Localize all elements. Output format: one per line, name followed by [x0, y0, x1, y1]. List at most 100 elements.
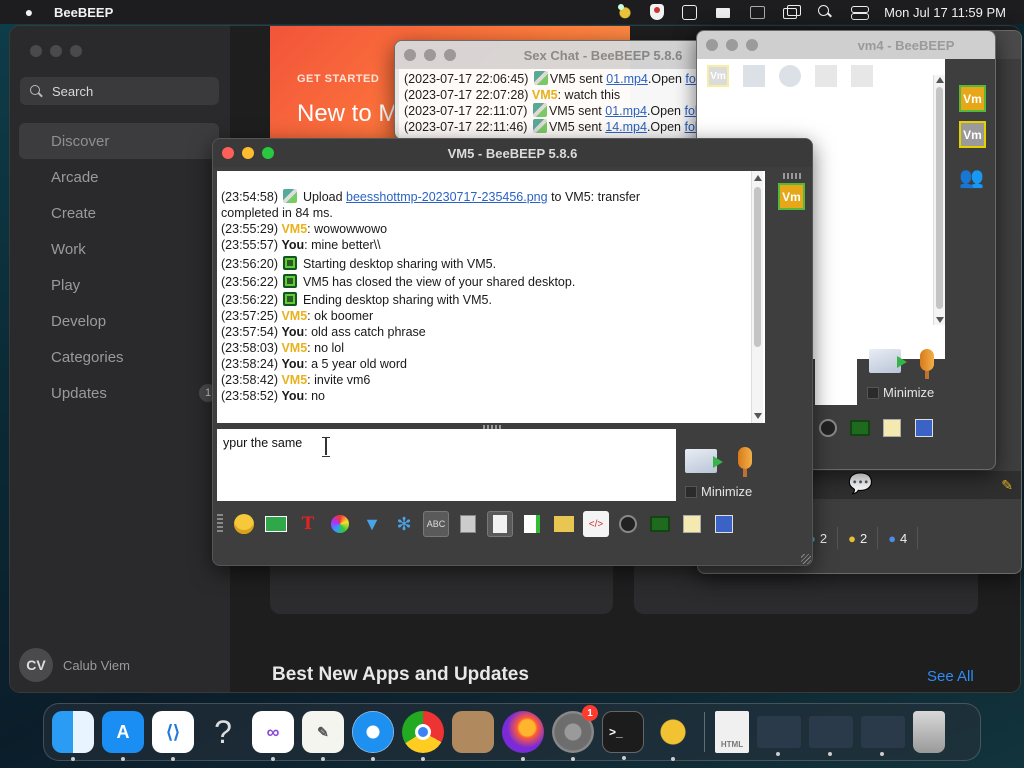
- filter-icon[interactable]: ▼: [359, 511, 385, 537]
- control-center-icon[interactable]: [850, 4, 870, 20]
- share-desktop-icon[interactable]: [847, 415, 873, 441]
- save-icon[interactable]: [711, 511, 737, 537]
- trash-icon[interactable]: [913, 711, 945, 753]
- font-icon[interactable]: T: [295, 511, 321, 537]
- textedit-icon[interactable]: ✎: [302, 711, 344, 761]
- minimize-checkbox[interactable]: [685, 486, 697, 498]
- vm4-toolbar: [815, 415, 943, 441]
- file-link[interactable]: 01.mp4: [605, 104, 647, 118]
- emoji-icon[interactable]: [231, 511, 257, 537]
- window-manager-icon[interactable]: [782, 4, 802, 20]
- line-nick: You: [281, 238, 305, 252]
- help-icon[interactable]: ?: [202, 711, 244, 753]
- security-status-icon[interactable]: [650, 4, 665, 20]
- nav-item-play[interactable]: Play: [19, 267, 219, 303]
- note-icon[interactable]: [879, 415, 905, 441]
- firefox-icon[interactable]: [502, 711, 544, 761]
- nav-item-work[interactable]: Work: [19, 231, 219, 267]
- vscode-icon[interactable]: ⟨⟩: [152, 711, 194, 761]
- vm5-user-avatar[interactable]: Vm: [778, 183, 805, 210]
- vm4-input-area[interactable]: [815, 329, 857, 405]
- safari-icon[interactable]: [352, 711, 394, 761]
- nav-item-categories[interactable]: Categories: [19, 339, 219, 375]
- tab-files[interactable]: ● 4: [878, 527, 919, 549]
- finder-icon[interactable]: [52, 711, 94, 761]
- vm4-send-icon[interactable]: [869, 349, 907, 373]
- nav-item-develop[interactable]: Develop: [19, 303, 219, 339]
- save-icon[interactable]: [911, 415, 937, 441]
- vm4-scrollbar[interactable]: [933, 75, 945, 325]
- chrome-icon[interactable]: [402, 711, 444, 761]
- beebeep-icon[interactable]: [652, 711, 694, 761]
- close-button[interactable]: [222, 147, 234, 159]
- send-folder-icon[interactable]: [551, 511, 577, 537]
- share-desktop-icon[interactable]: [647, 511, 673, 537]
- window-resize-grip[interactable]: [801, 554, 811, 564]
- window-thumbnail-icon[interactable]: [757, 716, 801, 756]
- vm4-titlebar[interactable]: vm4 - BeeBEEP: [697, 31, 995, 59]
- html-icon[interactable]: </>: [583, 511, 609, 537]
- app-store-icon[interactable]: A: [102, 711, 144, 761]
- nav-item-create[interactable]: Create: [19, 195, 219, 231]
- screen-split-icon[interactable]: [748, 4, 766, 20]
- line-text: sent: [579, 72, 607, 86]
- chat-line: (23:58:03) VM5: no lol: [221, 340, 761, 356]
- window-thumbnail-icon[interactable]: [809, 716, 853, 756]
- vm4-second-avatar[interactable]: Vm: [959, 121, 986, 148]
- vm4-window-controls[interactable]: [706, 39, 758, 51]
- apple-menu-icon[interactable]: ●: [20, 4, 38, 20]
- message-input[interactable]: ypur the same: [217, 429, 676, 501]
- file-link[interactable]: 01.mp4: [606, 72, 648, 86]
- color-icon[interactable]: [327, 511, 353, 537]
- line-time: (2023-07-17 22:11:46): [404, 120, 528, 134]
- tab-users[interactable]: ● 2: [838, 527, 879, 549]
- app-store-traffic-lights[interactable]: [30, 45, 82, 57]
- system-settings-icon[interactable]: 1: [552, 705, 598, 761]
- right-panel-grip[interactable]: [783, 173, 801, 179]
- settings-icon[interactable]: ✻: [391, 511, 417, 537]
- app-menu-name[interactable]: BeeBEEP: [54, 5, 113, 20]
- clipboard-icon[interactable]: [487, 511, 513, 537]
- clear-search-icon[interactable]: ✎: [1001, 477, 1013, 494]
- vm4-user-avatar[interactable]: Vm: [959, 85, 986, 112]
- spellcheck-icon[interactable]: ABC: [423, 511, 449, 537]
- vm5-chat-scrollbar[interactable]: [751, 171, 763, 423]
- app-store-search-input[interactable]: Search: [20, 77, 219, 105]
- vm5-titlebar[interactable]: VM5 - BeeBEEP 5.8.6: [213, 139, 812, 167]
- dictionary-icon[interactable]: [455, 511, 481, 537]
- nav-item-discover[interactable]: Discover: [19, 123, 219, 159]
- beebeep-status-icon[interactable]: [616, 4, 635, 20]
- archive-icon[interactable]: [452, 711, 494, 753]
- send-file-icon[interactable]: [519, 511, 545, 537]
- upload-status-icon[interactable]: [714, 4, 732, 20]
- account-button[interactable]: CV Calub Viem: [19, 648, 130, 682]
- chat-line: (23:55:29) VM5: wowowwowo: [221, 221, 761, 237]
- sex-chat-window-controls[interactable]: [404, 49, 456, 61]
- voice-message-icon[interactable]: [738, 447, 752, 477]
- see-all-link[interactable]: See All: [927, 668, 974, 685]
- users-group-icon[interactable]: 👥: [959, 165, 984, 190]
- nav-item-updates[interactable]: Updates 1: [19, 375, 219, 411]
- search-icon: [30, 85, 42, 97]
- vm4-mic-icon[interactable]: [920, 349, 934, 379]
- nav-item-arcade[interactable]: Arcade: [19, 159, 219, 195]
- spotlight-icon[interactable]: [816, 4, 834, 20]
- menu-clock[interactable]: Mon Jul 17 11:59 PM: [884, 5, 1006, 20]
- note-icon[interactable]: [679, 511, 705, 537]
- toolbar-grip[interactable]: [217, 514, 223, 534]
- window-thumbnail-icon[interactable]: [861, 716, 905, 756]
- minimize-button[interactable]: [242, 147, 254, 159]
- file-link[interactable]: 14.mp4: [605, 120, 647, 134]
- html-file-icon[interactable]: HTML: [715, 711, 749, 753]
- screenshot-icon[interactable]: [815, 415, 841, 441]
- file-link[interactable]: beesshottmp-20230717-235456.png: [346, 190, 548, 204]
- tab-count: 2: [859, 530, 868, 546]
- visual-studio-icon[interactable]: ∞: [252, 711, 294, 761]
- vm4-minimize-checkbox[interactable]: [867, 387, 879, 399]
- send-message-icon[interactable]: [685, 449, 723, 473]
- terminal-icon[interactable]: >_: [602, 711, 644, 760]
- app-status-icon[interactable]: [680, 4, 698, 20]
- zoom-button[interactable]: [262, 147, 274, 159]
- screenshot-icon[interactable]: [615, 511, 641, 537]
- email-icon[interactable]: [263, 511, 289, 537]
